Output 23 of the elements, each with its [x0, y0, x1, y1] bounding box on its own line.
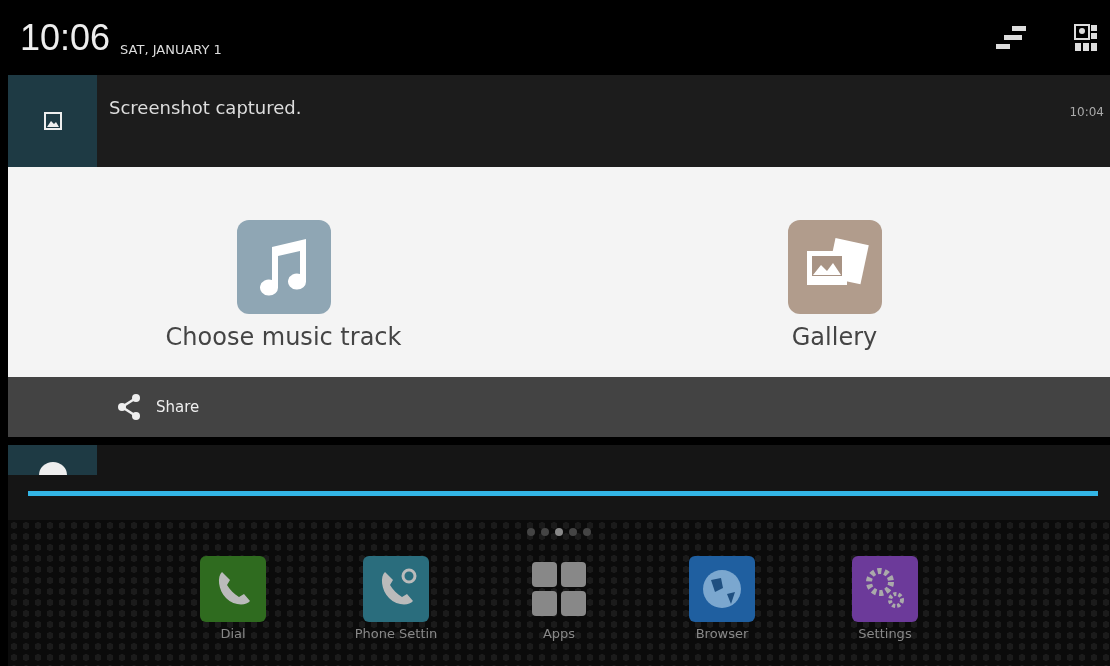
- quick-settings-icon[interactable]: [994, 24, 1028, 51]
- option-label[interactable]: Gallery: [791, 323, 878, 351]
- dock-app-label: Settings: [858, 626, 912, 641]
- date-text: SAT, JANUARY 1: [120, 42, 222, 57]
- dock-app-label: Apps: [542, 626, 576, 641]
- option-label[interactable]: Choose music track: [165, 323, 402, 351]
- user-grid-icon[interactable]: [1074, 23, 1098, 52]
- notification-title: Screenshot captured.: [109, 97, 302, 118]
- notification-card[interactable]: Screenshot captured. 10:04: [8, 75, 1110, 167]
- share-icon[interactable]: [116, 393, 142, 421]
- music-note-icon[interactable]: [235, 219, 332, 315]
- phone-gear-icon[interactable]: [363, 556, 429, 622]
- share-label[interactable]: Share: [156, 398, 200, 416]
- globe-icon[interactable]: [689, 556, 755, 622]
- phone-icon[interactable]: [200, 556, 266, 622]
- dock-app-label: Browser: [695, 626, 749, 641]
- gears-icon[interactable]: [852, 556, 918, 622]
- notification-time: 10:04: [1069, 105, 1104, 119]
- photo-stack-icon[interactable]: [786, 219, 883, 315]
- dock-app-label: Phone Settin: [354, 626, 438, 641]
- clock-time: 10:06: [20, 16, 111, 59]
- image-icon: [43, 112, 62, 130]
- dock-app-label: Dial: [220, 626, 246, 641]
